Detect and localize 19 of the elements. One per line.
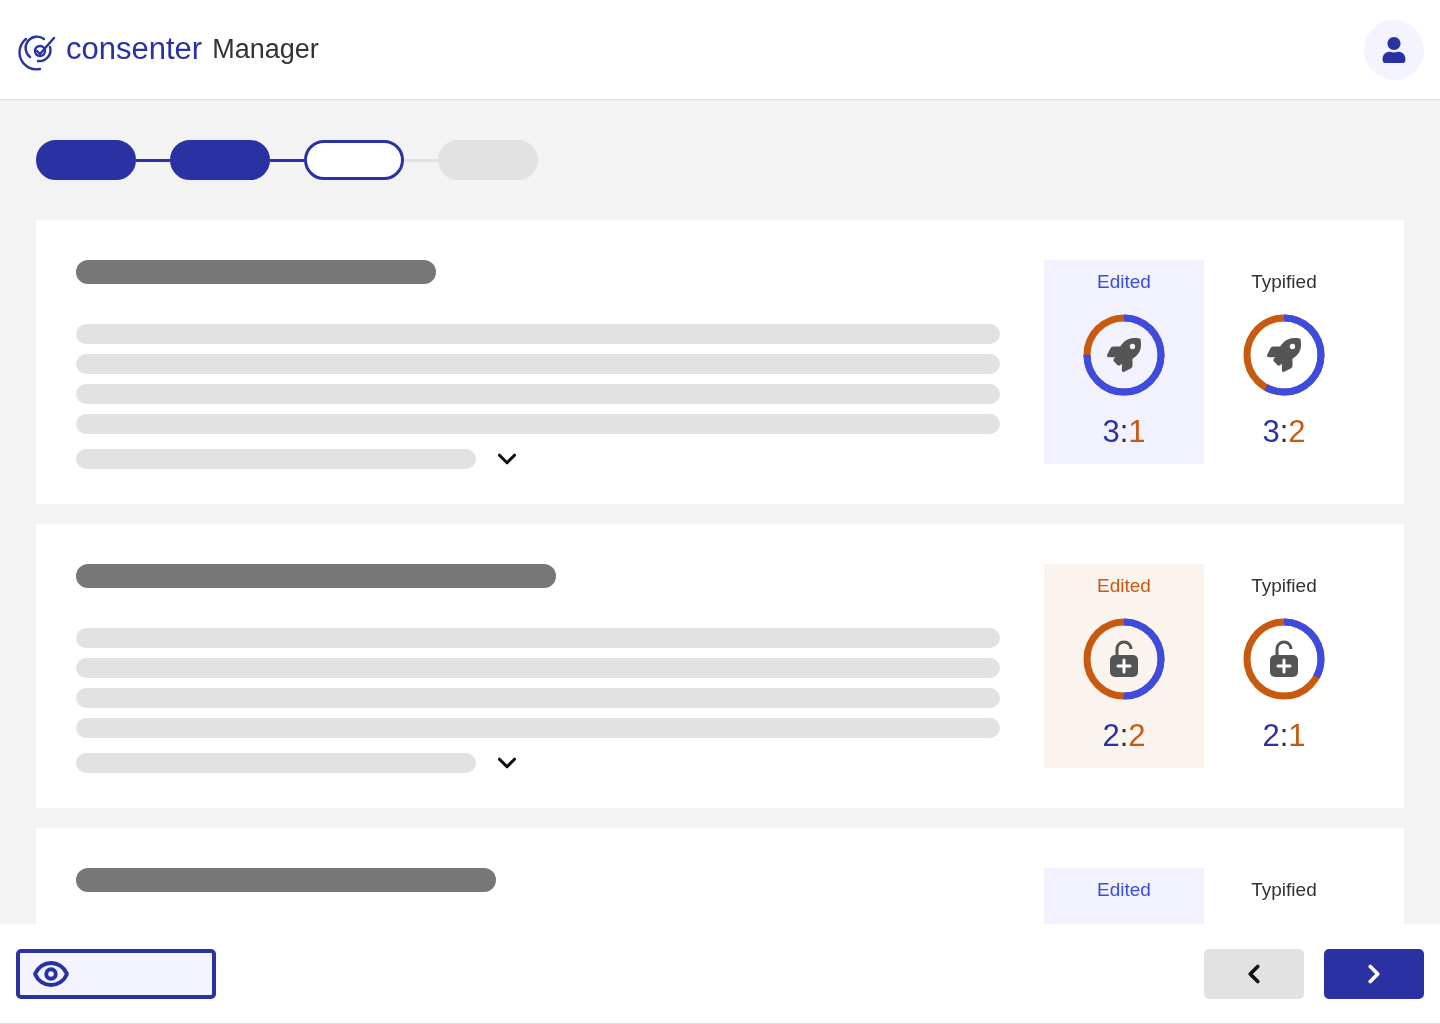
- next-button[interactable]: [1324, 948, 1424, 999]
- ratio-text: 3:1: [1102, 414, 1146, 450]
- ratio-text: 2:2: [1102, 718, 1146, 754]
- rocket-icon: [1107, 338, 1141, 372]
- brand-name: consenter: [66, 30, 203, 69]
- score-label: Typified: [1251, 574, 1317, 598]
- rocket-icon: [1267, 338, 1301, 372]
- unlocked-padlock-icon: [1109, 640, 1139, 678]
- score-label: Typified: [1251, 878, 1317, 902]
- product-name: Manager: [212, 33, 319, 67]
- unlocked-padlock-icon: [1269, 640, 1299, 678]
- user-icon: [1381, 36, 1407, 63]
- ratio-text: 2:1: [1262, 718, 1306, 754]
- score-label: Edited: [1097, 878, 1151, 902]
- score-label: Edited: [1097, 574, 1151, 598]
- score-label: Typified: [1251, 270, 1317, 294]
- ratio-text: 3:2: [1262, 414, 1306, 450]
- preview-button[interactable]: [16, 948, 216, 999]
- score-label: Edited: [1097, 270, 1151, 294]
